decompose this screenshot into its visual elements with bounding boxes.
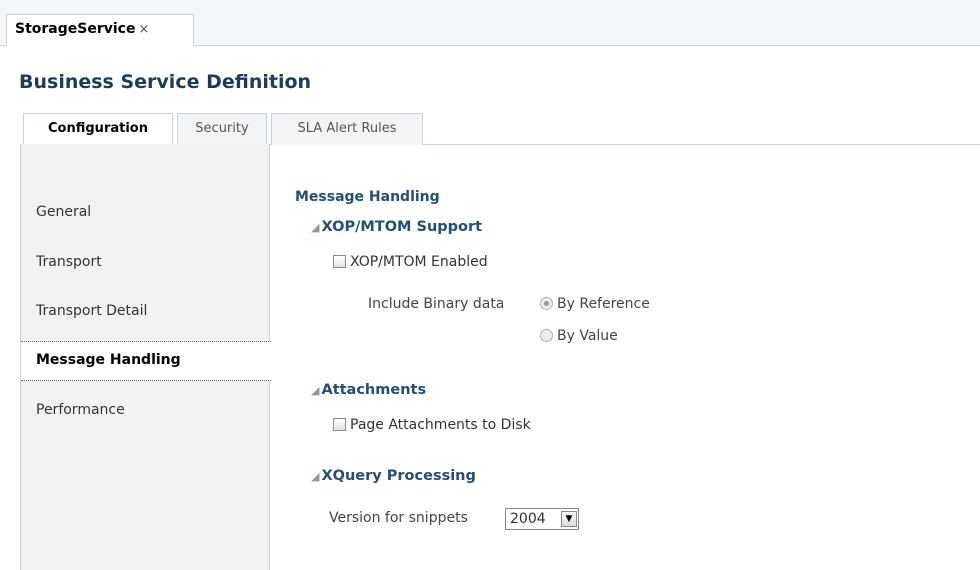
xop-mtom-enabled-row[interactable]: XOP/MTOM Enabled	[333, 254, 488, 270]
attachments-header[interactable]: ◢ Attachments	[311, 382, 426, 398]
version-select[interactable]: 2004 ▼	[505, 508, 579, 530]
sidebar-item-general[interactable]: General	[21, 194, 270, 234]
include-binary-data-label: Include Binary data	[368, 296, 505, 312]
collapse-triangle-icon: ◢	[311, 470, 320, 483]
content-area: Message Handling ◢ XOP/MTOM Support XOP/M…	[271, 144, 980, 570]
configuration-panel: General Transport Transport Detail Messa…	[20, 144, 980, 570]
tab-sla-alert-rules[interactable]: SLA Alert Rules	[271, 113, 423, 145]
xop-mtom-enabled-label: XOP/MTOM Enabled	[350, 254, 488, 270]
version-dropdown[interactable]: 2004 ▼	[505, 508, 579, 530]
sidebar-item-transport-detail[interactable]: Transport Detail	[21, 293, 270, 333]
tab-security[interactable]: Security	[177, 113, 267, 145]
page-title: Business Service Definition	[19, 71, 312, 93]
collapse-triangle-icon: ◢	[311, 221, 320, 234]
xop-mtom-header[interactable]: ◢ XOP/MTOM Support	[311, 219, 482, 235]
by-value-radio[interactable]	[540, 329, 553, 342]
sidebar-item-message-handling[interactable]: Message Handling	[21, 341, 271, 381]
xop-mtom-enabled-checkbox[interactable]	[333, 255, 346, 268]
xquery-processing-header[interactable]: ◢ XQuery Processing	[311, 468, 476, 484]
document-tab-bar: StorageService ×	[0, 14, 980, 46]
tab-bar: Configuration Security SLA Alert Rules	[20, 113, 980, 146]
by-value-option[interactable]: By Value	[540, 328, 618, 344]
version-for-snippets-label: Version for snippets	[329, 510, 468, 526]
xquery-processing-title: XQuery Processing	[321, 468, 476, 484]
tab-configuration[interactable]: Configuration	[23, 113, 173, 146]
sidebar: General Transport Transport Detail Messa…	[21, 144, 271, 570]
section-title: Message Handling	[295, 189, 440, 205]
close-icon[interactable]: ×	[138, 22, 149, 37]
page-attachments-label: Page Attachments to Disk	[350, 417, 531, 433]
chevron-down-icon[interactable]: ▼	[561, 511, 577, 527]
document-tab-storageservice[interactable]: StorageService ×	[6, 14, 194, 46]
by-reference-radio[interactable]	[540, 297, 553, 310]
page-attachments-checkbox[interactable]	[333, 418, 346, 431]
xop-mtom-title: XOP/MTOM Support	[321, 219, 483, 235]
sidebar-item-performance[interactable]: Performance	[21, 392, 270, 432]
version-value: 2004	[510, 511, 546, 527]
page-attachments-row[interactable]: Page Attachments to Disk	[333, 417, 531, 433]
collapse-triangle-icon: ◢	[311, 384, 320, 397]
sidebar-item-transport[interactable]: Transport	[21, 244, 270, 284]
by-reference-option[interactable]: By Reference	[540, 296, 650, 312]
attachments-title: Attachments	[321, 382, 427, 398]
by-value-label: By Value	[557, 328, 618, 344]
document-tab-title: StorageService	[15, 21, 136, 37]
by-reference-label: By Reference	[557, 296, 650, 312]
